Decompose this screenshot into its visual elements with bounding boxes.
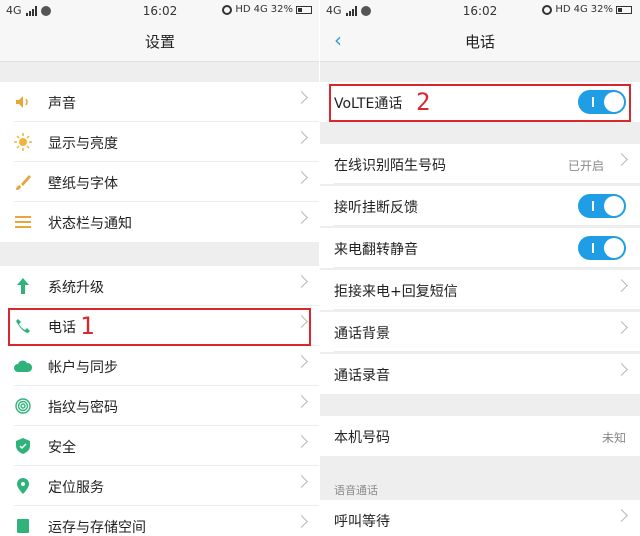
flip-mute-row[interactable]: 来电翻转静音 [320, 228, 640, 268]
answer-feedback-row[interactable]: 接听挂断反馈 [320, 186, 640, 226]
chevron-right-icon [615, 509, 628, 522]
hd-badge: HD [235, 4, 251, 15]
chevron-right-icon [295, 435, 308, 448]
chevron-right-icon [295, 355, 308, 368]
settings-item-label: 在线识别陌生号码 [334, 158, 446, 174]
call-recording-row[interactable]: 通话录音 [320, 354, 640, 394]
sun-icon [14, 133, 32, 151]
chevron-right-icon [295, 395, 308, 408]
arrow-up-icon [14, 277, 32, 295]
battery-icon [616, 5, 632, 14]
volte-highlight-box [329, 84, 631, 122]
page-title: 设置 [144, 33, 175, 51]
settings-item-display[interactable]: 显示与亮度 [0, 122, 320, 162]
page-title: 电话 [464, 33, 495, 51]
alarm-icon [542, 4, 553, 15]
status-right: HD 4G 32% [542, 4, 632, 15]
settings-item-label: 指纹与密码 [48, 400, 118, 416]
alarm-icon [222, 4, 233, 15]
lte-badge: 4G [253, 4, 268, 15]
status-right: HD 4G 32% [222, 4, 312, 15]
settings-item-storage[interactable]: 运存与存储空间 [0, 506, 320, 536]
settings-item-account-sync[interactable]: 帐户与同步 [0, 346, 320, 386]
settings-item-wallpaper[interactable]: 壁纸与字体 [0, 162, 320, 202]
settings-item-label: 定位服务 [48, 480, 104, 496]
flip-mute-toggle[interactable] [578, 236, 626, 260]
location-pin-icon [14, 477, 32, 495]
reject-sms-row[interactable]: 拒接来电+回复短信 [320, 270, 640, 310]
settings-item-label: 运存与存储空间 [48, 520, 146, 536]
screenshot-root: 4G 16:02 HD 4G 32% 设置 声音 显示与亮度 壁纸与字体 状态栏… [0, 0, 640, 536]
chevron-right-icon [295, 91, 308, 104]
settings-item-system-update[interactable]: 系统升级 [0, 266, 320, 306]
settings-item-label: 声音 [48, 96, 76, 112]
settings-item-statusbar[interactable]: 状态栏与通知 [0, 202, 320, 242]
chevron-right-icon [295, 475, 308, 488]
lte-badge: 4G [573, 4, 588, 15]
chevron-right-icon [615, 279, 628, 292]
battery-percent: 32% [270, 4, 293, 15]
settings-item-security[interactable]: 安全 [0, 426, 320, 466]
status-bar: 4G 16:02 HD 4G 32% [0, 0, 320, 22]
brush-icon [14, 173, 32, 191]
fingerprint-icon [14, 397, 32, 415]
my-number-row[interactable]: 本机号码 未知 [320, 416, 640, 456]
chevron-right-icon [295, 515, 308, 528]
row-divider [334, 225, 640, 226]
section-voice-call: 语音通话 [334, 484, 378, 497]
caller-id-status: 已开启 [567, 159, 604, 173]
row-divider [334, 351, 640, 352]
settings-item-label: 通话背景 [334, 326, 390, 342]
settings-item-label: 来电翻转静音 [334, 242, 418, 258]
settings-item-label: 呼叫等待 [334, 514, 390, 530]
battery-percent: 32% [590, 4, 613, 15]
phone-settings-panel: 4G 16:02 HD 4G 32% ‹ 电话 VoLTE通话 在线识别陌生号码… [320, 0, 640, 536]
title-bar: ‹ 电话 [320, 22, 640, 62]
hd-badge: HD [555, 4, 571, 15]
row-divider [334, 309, 640, 310]
step-marker-2: 2 [416, 88, 431, 116]
settings-item-label: 壁纸与字体 [48, 176, 118, 192]
settings-panel: 4G 16:02 HD 4G 32% 设置 声音 显示与亮度 壁纸与字体 状态栏… [0, 0, 320, 536]
title-bar: 设置 [0, 22, 320, 62]
chevron-right-icon [295, 211, 308, 224]
storage-icon [14, 517, 32, 535]
call-waiting-row[interactable]: 呼叫等待 [320, 500, 640, 536]
cloud-icon [14, 357, 32, 375]
battery-icon [296, 5, 312, 14]
settings-item-label: 显示与亮度 [48, 136, 118, 152]
chevron-right-icon [615, 321, 628, 334]
my-number-value: 未知 [601, 431, 626, 445]
chevron-right-icon [295, 131, 308, 144]
step-marker-1: 1 [80, 312, 95, 340]
phone-highlight-box [8, 308, 311, 346]
settings-item-location[interactable]: 定位服务 [0, 466, 320, 506]
call-background-row[interactable]: 通话背景 [320, 312, 640, 352]
answer-feedback-toggle[interactable] [578, 194, 626, 218]
settings-item-label: 安全 [48, 440, 76, 456]
settings-item-label: 系统升级 [48, 280, 104, 296]
chevron-right-icon [295, 171, 308, 184]
chevron-right-icon [615, 153, 628, 166]
my-number-label: 本机号码 [334, 430, 390, 446]
list-icon [14, 213, 32, 231]
settings-item-label: 状态栏与通知 [48, 216, 132, 232]
row-divider [334, 267, 640, 268]
shield-icon [14, 437, 32, 455]
settings-item-fingerprint[interactable]: 指纹与密码 [0, 386, 320, 426]
settings-item-label: 通话录音 [334, 368, 390, 384]
speaker-icon [14, 93, 32, 111]
chevron-right-icon [295, 275, 308, 288]
status-bar: 4G 16:02 HD 4G 32% [320, 0, 640, 22]
settings-item-sound[interactable]: 声音 [0, 82, 320, 122]
settings-item-label: 拒接来电+回复短信 [334, 284, 458, 300]
settings-item-label: 帐户与同步 [48, 360, 118, 376]
row-divider [334, 183, 640, 184]
chevron-right-icon [615, 363, 628, 376]
caller-id-row[interactable]: 在线识别陌生号码 已开启 [320, 144, 640, 184]
settings-item-label: 接听挂断反馈 [334, 200, 418, 216]
